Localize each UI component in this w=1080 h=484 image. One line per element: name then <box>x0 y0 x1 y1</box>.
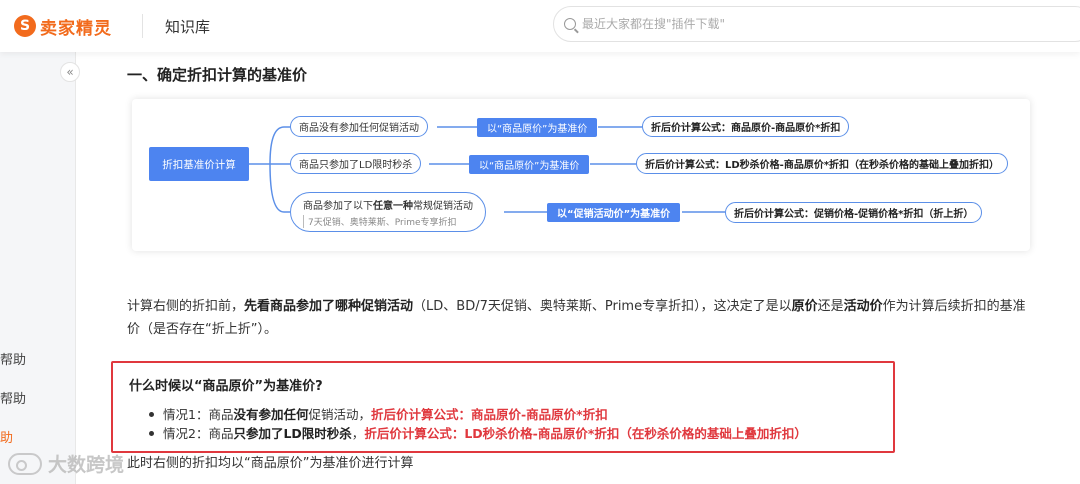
list-item: 情况1：商品没有参加任何促销活动，折后价计算公式：商品原价-商品原价*折扣 <box>149 405 807 424</box>
formula-node-3: 折后价计算公式：促销价格-促销价格*折扣（折上折） <box>725 202 983 223</box>
left-sidebar: 帮助 帮助 助 <box>0 52 76 484</box>
search-box[interactable] <box>553 6 1080 42</box>
base-node-1: 以“商品原价”为基准价 <box>477 118 598 137</box>
condition-3-subtext: 7天促销、奥特莱斯、Prime专享折扣 <box>303 214 457 228</box>
base-node-3: 以“促销活动价”为基准价 <box>547 203 681 222</box>
callout-title: 什么时候以“商品原价”为基准价? <box>129 379 323 394</box>
condition-node-2: 商品只参加了LD限时秒杀 <box>290 153 422 174</box>
condition-node-3: 商品参加了以下任意一种常规促销活动 7天促销、奥特莱斯、Prime专享折扣 <box>290 192 486 232</box>
search-input[interactable] <box>582 17 1062 31</box>
sidebar-item-help-2[interactable]: 帮助 <box>0 388 26 407</box>
explanation-paragraph: 计算右侧的折扣前，先看商品参加了哪种促销活动（LD、BD/7天促销、奥特莱斯、P… <box>127 299 1026 337</box>
bottom-note: 此时右侧的折扣均以“商品原价”为基准价进行计算 <box>127 456 414 471</box>
logo[interactable]: S 卖家精灵 <box>14 13 112 39</box>
base-node-2: 以“商品原价”为基准价 <box>469 155 590 174</box>
logo-text: 卖家精灵 <box>40 18 112 39</box>
header-divider <box>142 14 143 38</box>
top-header: S 卖家精灵 知识库 <box>0 0 1080 52</box>
highlight-callout: 什么时候以“商品原价”为基准价? 情况1：商品没有参加任何促销活动，折后价计算公… <box>111 361 895 453</box>
watermark-logo-icon <box>8 452 42 475</box>
logo-icon: S <box>14 15 36 37</box>
condition-node-1: 商品没有参加任何促销活动 <box>290 116 428 137</box>
watermark-text: 大数跨境 <box>48 454 125 476</box>
discount-flow-diagram: 折扣基准价计算 商品没有参加任何促销活动 以“商品原价”为基准价 折后价计算公式… <box>132 99 1030 251</box>
formula-node-1: 折后价计算公式：商品原价-商品原价*折扣 <box>642 116 850 137</box>
diagram-root-node: 折扣基准价计算 <box>149 147 249 181</box>
header-title[interactable]: 知识库 <box>165 16 210 37</box>
collapse-sidebar-button[interactable]: « <box>60 62 80 82</box>
watermark: 大数跨境 <box>8 450 124 477</box>
formula-node-2: 折后价计算公式：LD秒杀价格-商品原价*折扣（在秒杀价格的基础上叠加折扣） <box>636 153 1009 174</box>
sidebar-item-help-active[interactable]: 助 <box>0 427 13 446</box>
list-item: 情况2：商品只参加了LD限时秒杀，折后价计算公式：LD秒杀价格-商品原价*折扣（… <box>149 424 807 443</box>
callout-list: 情况1：商品没有参加任何促销活动，折后价计算公式：商品原价-商品原价*折扣 情况… <box>149 405 807 443</box>
search-icon <box>564 18 576 30</box>
sidebar-item-help-1[interactable]: 帮助 <box>0 349 26 368</box>
condition-3-title: 商品参加了以下任意一种常规促销活动 <box>303 200 473 212</box>
section-title: 一、确定折扣计算的基准价 <box>127 66 308 84</box>
